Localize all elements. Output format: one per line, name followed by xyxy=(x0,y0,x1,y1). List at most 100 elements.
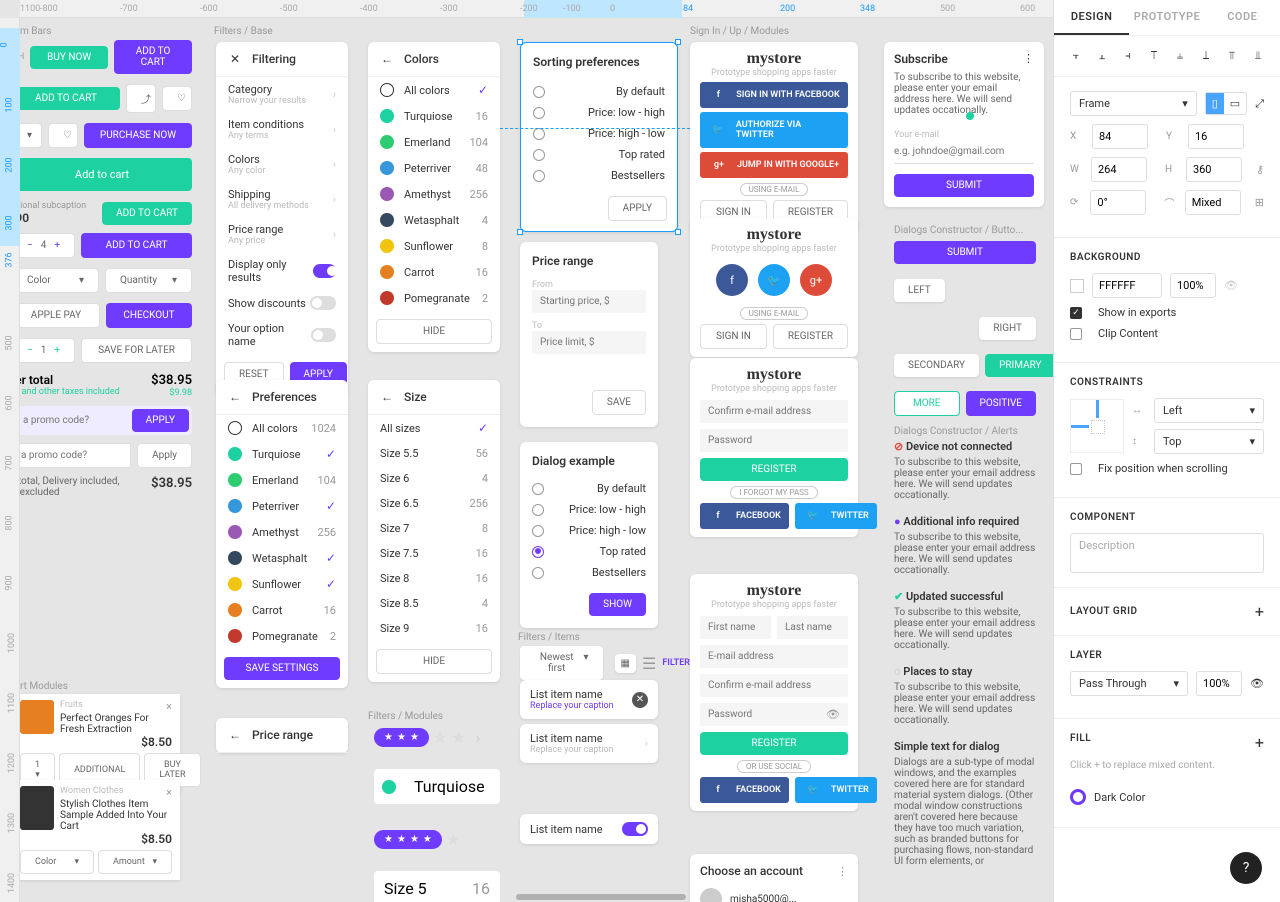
radio-option[interactable]: Bestsellers xyxy=(532,562,646,583)
register-button[interactable]: REGISTER xyxy=(700,458,848,481)
filter-row[interactable]: Item conditionsAny terms› xyxy=(216,112,348,147)
back-icon[interactable]: ← xyxy=(380,390,394,404)
checkout-button[interactable]: CHECKOUT xyxy=(106,303,192,328)
rating-pill[interactable]: ★★★ xyxy=(374,728,429,747)
distribute-h-icon[interactable]: ⫪ xyxy=(1224,48,1240,64)
list-item[interactable]: Emerland104 xyxy=(216,467,348,493)
list-item[interactable]: All colors✓ xyxy=(368,77,500,103)
constraint-v-select[interactable]: Top▾ xyxy=(1154,429,1264,454)
orientation-landscape[interactable]: ▭ xyxy=(1224,93,1246,114)
twitter-auth-button[interactable]: 🐦AUTHORIZE VIA TWITTER xyxy=(700,112,848,148)
align-top-icon[interactable]: ⟙ xyxy=(1146,48,1162,64)
orientation-portrait[interactable]: ▯ xyxy=(1206,93,1224,114)
add-to-cart-button[interactable]: ADD TO CART xyxy=(81,233,192,258)
align-hcenter-icon[interactable]: ⫠ xyxy=(1094,48,1110,64)
show-button[interactable]: SHOW xyxy=(589,593,646,616)
right-button[interactable]: RIGHT xyxy=(979,317,1036,340)
frame-type-select[interactable]: Frame▾ xyxy=(1070,91,1197,116)
list-item[interactable]: Size 8.54 xyxy=(368,591,500,616)
email-input[interactable] xyxy=(700,645,848,668)
close-icon[interactable]: ✕ xyxy=(228,52,242,66)
corner-detail-icon[interactable]: ⊞ xyxy=(1255,196,1264,209)
more-icon[interactable]: ⋮ xyxy=(1023,52,1034,66)
sorting-preferences-frame[interactable]: Sorting preferences By defaultPrice: low… xyxy=(520,42,678,232)
purchase-now-button[interactable]: PURCHASE NOW xyxy=(84,123,192,148)
radio-option[interactable]: Top rated xyxy=(533,144,665,165)
close-icon[interactable]: ✕ xyxy=(632,692,648,708)
submit-button[interactable]: SUBMIT xyxy=(894,174,1034,197)
align-right-icon[interactable]: ⫞ xyxy=(1120,48,1136,64)
positive-button[interactable]: POSITIVE xyxy=(966,391,1036,416)
align-vcenter-icon[interactable]: ⫨ xyxy=(1172,48,1188,64)
filter-row[interactable]: CategoryNarrow your results› xyxy=(216,77,348,112)
constraints-widget[interactable] xyxy=(1070,399,1124,453)
list-item[interactable]: Size 78 xyxy=(368,516,500,541)
save-settings-button[interactable]: SAVE SETTINGS xyxy=(224,657,340,680)
list-item[interactable]: Amethyst256 xyxy=(216,519,348,545)
list-item[interactable]: Wetasphalt4 xyxy=(368,207,500,233)
password-input[interactable] xyxy=(700,429,848,452)
price-from-input[interactable] xyxy=(532,290,646,313)
back-icon[interactable]: ← xyxy=(228,390,242,404)
primary-button[interactable]: PRIMARY xyxy=(985,354,1053,377)
google-plus-button[interactable]: g+JUMP IN WITH GOOGLE+ xyxy=(700,152,848,178)
list-item[interactable]: Size 6.5256 xyxy=(368,491,500,516)
visibility-icon[interactable]: 👁 xyxy=(1250,677,1264,690)
layer-opacity-input[interactable] xyxy=(1196,671,1242,696)
list-item[interactable]: Carrot16 xyxy=(368,259,500,285)
hide-button[interactable]: HIDE xyxy=(376,319,492,344)
list-item[interactable]: Sunflower8 xyxy=(368,233,500,259)
forgot-password-link[interactable]: I FORGOT MY PASS xyxy=(730,486,817,499)
promo-input[interactable] xyxy=(15,409,126,432)
promo-input[interactable] xyxy=(12,443,131,468)
height-input[interactable] xyxy=(1186,157,1242,182)
bg-color-swatch[interactable] xyxy=(1070,279,1084,293)
add-to-cart-button[interactable]: ADD TO CART xyxy=(114,40,192,74)
last-name-input[interactable] xyxy=(777,616,848,639)
clip-content-checkbox[interactable] xyxy=(1070,328,1082,340)
list-item[interactable]: Size 64 xyxy=(368,466,500,491)
x-input[interactable] xyxy=(1092,124,1148,149)
submit-button[interactable]: SUBMIT xyxy=(894,241,1036,264)
facebook-button[interactable]: fFACEBOOK xyxy=(700,503,789,529)
rating-pill[interactable]: ★★★★ xyxy=(374,830,442,849)
design-canvas[interactable]: -800-700-600-500-400-300-200-10008420034… xyxy=(0,0,1053,902)
align-left-icon[interactable]: ⫟ xyxy=(1068,48,1084,64)
filter-row[interactable]: Price rangeAny price› xyxy=(216,217,348,252)
radio-option[interactable]: Price: low - high xyxy=(533,102,665,123)
close-icon[interactable]: × xyxy=(166,700,172,713)
tab-design[interactable]: DESIGN xyxy=(1054,0,1129,35)
radio-option[interactable]: Top rated xyxy=(532,541,646,562)
list-view-icon[interactable]: ☰ xyxy=(642,654,656,673)
list-item[interactable]: Size 816 xyxy=(368,566,500,591)
confirm-email-input[interactable] xyxy=(700,674,848,697)
width-input[interactable] xyxy=(1091,157,1147,182)
visibility-icon[interactable]: 👁 xyxy=(1224,279,1238,292)
show-exports-checkbox[interactable]: ✓ xyxy=(1070,307,1082,319)
list-item[interactable]: All colors1024 xyxy=(216,415,348,441)
email-input[interactable] xyxy=(700,400,848,423)
align-bottom-icon[interactable]: ⟘ xyxy=(1198,48,1214,64)
left-button[interactable]: LEFT xyxy=(894,279,945,302)
facebook-icon[interactable]: f xyxy=(716,264,748,296)
heart-icon[interactable]: ♡ xyxy=(162,86,192,111)
save-button[interactable]: SAVE xyxy=(592,390,646,415)
radio-option[interactable]: Price: high - low xyxy=(532,520,646,541)
filter-row[interactable]: ShippingAll delivery methods› xyxy=(216,182,348,217)
toggle[interactable] xyxy=(622,822,648,836)
more-button[interactable]: MORE xyxy=(894,391,960,416)
radio-option[interactable]: Price: high - low xyxy=(533,123,665,144)
list-item[interactable]: Peterriver✓ xyxy=(216,493,348,519)
secondary-button[interactable]: SECONDARY xyxy=(894,354,979,377)
resize-to-fit-icon[interactable]: ⤢ xyxy=(1255,97,1264,111)
toggle[interactable] xyxy=(311,328,336,342)
help-button[interactable]: ? xyxy=(1230,852,1262,884)
twitter-icon[interactable]: 🐦 xyxy=(758,264,790,296)
close-icon[interactable]: × xyxy=(166,786,172,799)
add-to-cart-button[interactable]: ADD TO CART xyxy=(12,87,120,110)
list-item[interactable]: Size 916 xyxy=(368,616,500,641)
save-for-later-button[interactable]: SAVE FOR LATER xyxy=(81,338,192,363)
radius-input[interactable] xyxy=(1185,190,1241,215)
first-name-input[interactable] xyxy=(700,616,771,639)
rotation-input[interactable] xyxy=(1090,190,1146,215)
